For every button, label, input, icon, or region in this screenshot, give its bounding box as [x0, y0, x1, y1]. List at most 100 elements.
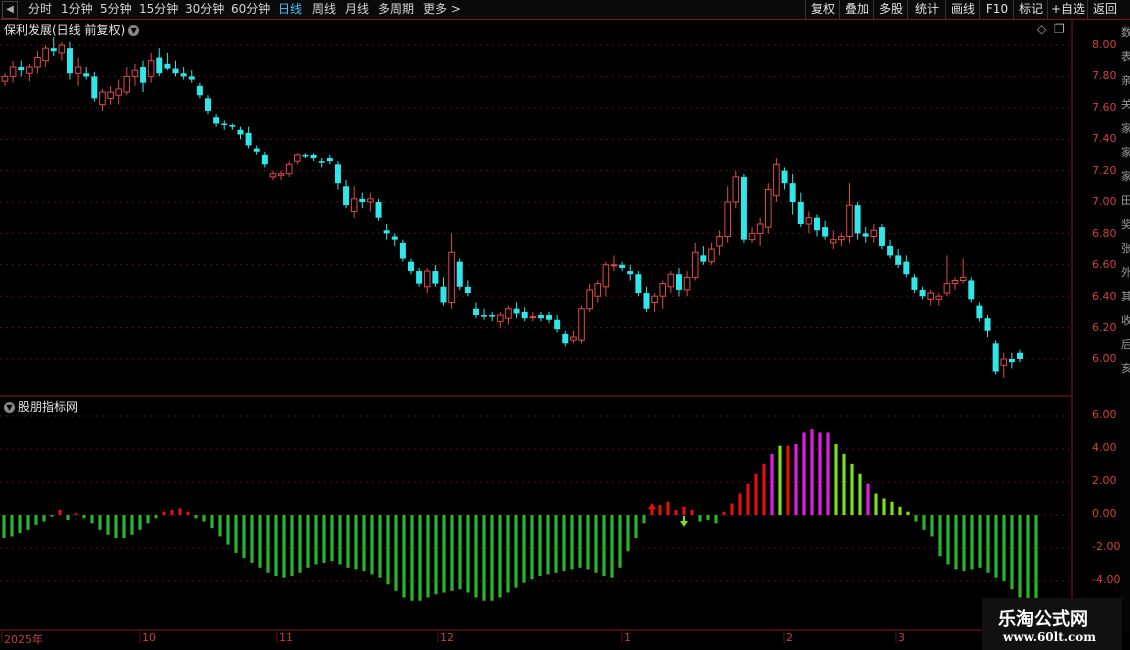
indicator-bar: [634, 515, 638, 539]
indicator-bar: [410, 515, 414, 601]
candle-body: [789, 183, 796, 202]
indicator-bar: [1034, 515, 1038, 601]
indicator-bar: [458, 515, 462, 590]
price-tick: 6.80: [1092, 227, 1117, 240]
indicator-bar: [122, 515, 126, 539]
indicator-bar: [890, 501, 894, 515]
indicator-bar: [970, 515, 974, 570]
indicator-bar: [474, 515, 478, 598]
indicator-bar: [210, 515, 214, 529]
indicator-bar: [754, 473, 758, 515]
candle-body: [432, 271, 439, 284]
candle-body: [302, 154, 309, 157]
side-panel-char: 家: [1121, 170, 1130, 183]
indicator-tick: -4.00: [1092, 573, 1121, 586]
candle-body: [188, 76, 195, 80]
candle-body: [269, 173, 277, 178]
indicator-bar: [402, 515, 406, 598]
date-label: 3: [898, 631, 905, 644]
indicator-bar: [450, 515, 454, 591]
indicator-bar: [850, 463, 854, 515]
chevron-down-icon[interactable]: ▼: [4, 402, 15, 413]
candle-body: [846, 204, 853, 238]
indicator-bar: [978, 515, 982, 568]
candle-body: [887, 245, 894, 256]
date-label: 11: [279, 631, 293, 644]
candle-body: [58, 44, 66, 54]
candle-body: [838, 236, 845, 241]
candle-body: [878, 227, 885, 246]
candle-body: [91, 76, 98, 99]
indicator-bar: [50, 515, 54, 517]
indicator-bar: [346, 515, 350, 568]
indicator-title[interactable]: ▼ 股朋指标网: [4, 398, 78, 415]
indicator-bar: [618, 515, 622, 568]
side-panel-char: 收: [1121, 314, 1130, 327]
candle-body: [1008, 359, 1015, 363]
indicator-tick: 2.00: [1092, 474, 1117, 487]
indicator-bar: [658, 505, 662, 515]
candle-body: [196, 85, 203, 96]
indicator-bar: [90, 515, 94, 524]
indicator-bar: [842, 453, 846, 515]
indicator-bar: [602, 515, 606, 577]
indicator-bar: [42, 515, 46, 522]
indicator-bar: [418, 515, 422, 601]
indicator-bar: [834, 444, 838, 515]
price-tick: 6.40: [1092, 290, 1117, 303]
candle-body: [156, 57, 163, 74]
candle-body: [732, 176, 740, 203]
indicator-bar: [370, 515, 374, 575]
candle-body: [9, 66, 17, 77]
candle-body: [903, 261, 910, 275]
indicator-bar: [738, 493, 742, 515]
indicator-bar: [930, 515, 934, 537]
candle-body: [822, 227, 829, 237]
candle-body: [42, 47, 49, 62]
indicator-bar: [154, 515, 158, 519]
indicator-bar: [762, 463, 766, 515]
indicator-bar: [858, 473, 862, 515]
side-panel-char: 家: [1121, 146, 1130, 159]
side-panel-char: 亥: [1121, 362, 1130, 375]
indicator-bar: [290, 515, 294, 577]
date-label: 2025年: [4, 633, 43, 646]
candle-body: [294, 154, 301, 162]
candle-body: [919, 289, 926, 297]
candle-body: [651, 295, 658, 303]
candle-body: [383, 230, 390, 234]
candle-body: [456, 261, 463, 287]
candle-body: [497, 314, 504, 322]
candle-body: [554, 319, 561, 330]
indicator-bar: [810, 429, 814, 515]
candle-body: [83, 73, 90, 77]
indicator-bar: [378, 515, 382, 578]
indicator-bar: [962, 515, 966, 572]
candle-body: [968, 280, 975, 300]
candle-body: [229, 125, 236, 127]
price-tick: 7.80: [1092, 69, 1117, 82]
candle-body: [529, 316, 537, 319]
candle-body: [984, 318, 991, 331]
indicator-bar: [26, 515, 30, 530]
indicator-bar: [498, 515, 502, 598]
candle-body: [505, 308, 512, 319]
indicator-bar: [922, 515, 926, 530]
candle-body: [221, 123, 228, 126]
indicator-bar: [226, 515, 230, 545]
indicator-bar: [586, 515, 590, 570]
indicator-bar: [578, 515, 582, 568]
candle-body: [140, 66, 147, 83]
candle-body: [610, 264, 618, 267]
sell-arrow-icon: [680, 516, 688, 527]
candle-body: [253, 148, 260, 152]
indicator-bar: [610, 515, 614, 578]
indicator-bar: [322, 515, 326, 563]
candle-body: [635, 274, 642, 294]
indicator-bar: [138, 515, 142, 530]
indicator-bar: [642, 515, 646, 524]
indicator-bar: [162, 511, 166, 515]
price-tick: 7.60: [1092, 101, 1117, 114]
candle-body: [870, 229, 878, 238]
candle-body: [326, 158, 333, 162]
